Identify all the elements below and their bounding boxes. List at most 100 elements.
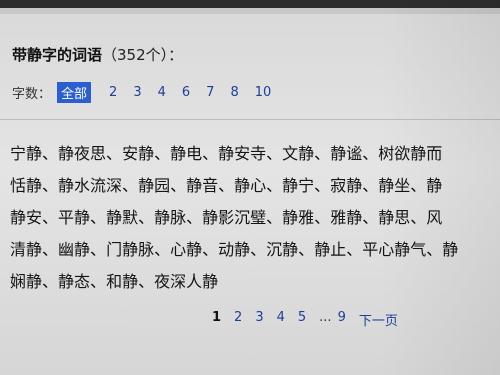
- word-link[interactable]: 静坐: [378, 176, 410, 195]
- word-link[interactable]: 动静: [218, 240, 250, 259]
- word-separator: 、: [314, 144, 331, 163]
- word-separator: 、: [426, 240, 443, 259]
- word-link[interactable]: 娴静: [10, 272, 42, 291]
- page-link-3[interactable]: 3: [255, 310, 263, 329]
- word-link[interactable]: 静影沉璧: [202, 208, 266, 227]
- word-separator: 、: [138, 272, 155, 291]
- word-link[interactable]: 静园: [138, 176, 170, 195]
- filter-label: 字数：: [12, 86, 52, 102]
- word-separator: 、: [90, 208, 107, 227]
- word-separator: 、: [42, 176, 59, 195]
- word-link[interactable]: 静: [442, 240, 458, 259]
- word-separator: 、: [266, 144, 283, 163]
- word-separator: 、: [90, 272, 107, 291]
- filter-option-7[interactable]: 7: [206, 85, 214, 100]
- word-link[interactable]: 静音: [186, 176, 218, 195]
- filter-option-3[interactable]: 3: [133, 85, 141, 100]
- word-link[interactable]: 静夜思: [58, 144, 106, 163]
- word-link[interactable]: 心静: [170, 240, 202, 259]
- word-link[interactable]: 安静: [122, 144, 154, 163]
- word-separator: 、: [410, 176, 427, 195]
- word-list: 宁静、静夜思、安静、静电、静安寺、文静、静谧、树欲静而 恬静、静水流深、静园、静音…: [10, 138, 500, 298]
- word-link[interactable]: 静止: [314, 240, 346, 259]
- word-separator: 、: [266, 208, 283, 227]
- next-page-link[interactable]: 下一页: [359, 310, 398, 329]
- word-link[interactable]: 静脉: [154, 208, 186, 227]
- page-link-1[interactable]: 1: [212, 310, 221, 329]
- browser-viewport: 带静字的词语（352个）： 字数： 全部 2 3 4 6 7 8 10 宁静、静…: [0, 0, 500, 375]
- word-link[interactable]: 静心: [234, 176, 266, 195]
- word-separator: 、: [298, 240, 315, 259]
- word-count: （352个）：: [102, 46, 184, 64]
- word-separator: 、: [42, 144, 59, 163]
- filter-option-4[interactable]: 4: [158, 85, 166, 100]
- word-link[interactable]: 静谧: [330, 144, 362, 163]
- filter-option-10[interactable]: 10: [255, 85, 272, 100]
- word-link[interactable]: 静: [426, 176, 442, 195]
- word-separator: 、: [314, 176, 331, 195]
- word-link[interactable]: 静态: [58, 272, 90, 291]
- word-separator: 、: [90, 240, 107, 259]
- word-link[interactable]: 静安寺: [218, 144, 266, 163]
- word-separator: 、: [138, 208, 155, 227]
- header-strip: [0, 8, 500, 14]
- page-title: 带静字的词语（352个）：: [12, 44, 183, 65]
- word-separator: 、: [410, 208, 427, 227]
- filter-option-8[interactable]: 8: [230, 85, 238, 100]
- word-separator: 、: [346, 240, 363, 259]
- word-separator: 、: [122, 176, 139, 195]
- length-filter: 字数： 全部 2 3 4 6 7 8 10: [12, 81, 279, 103]
- word-separator: 、: [218, 176, 235, 195]
- word-link[interactable]: 静电: [170, 144, 202, 163]
- page-link-9[interactable]: 9: [338, 310, 346, 329]
- word-link[interactable]: 幽静: [58, 240, 90, 259]
- filter-option-6[interactable]: 6: [182, 85, 190, 100]
- word-link[interactable]: 清静: [10, 240, 42, 259]
- word-link[interactable]: 平心静气: [362, 240, 426, 259]
- word-link[interactable]: 恬静: [10, 176, 42, 195]
- pagination: 1 2 3 4 5 ... 9 下一页: [212, 310, 411, 329]
- word-link[interactable]: 和静: [106, 272, 138, 291]
- word-link[interactable]: 寂静: [330, 176, 362, 195]
- word-row: 静安、平静、静默、静脉、静影沉璧、静雅、雅静、静思、风: [10, 202, 500, 234]
- word-separator: 、: [362, 144, 379, 163]
- page-link-5[interactable]: 5: [298, 310, 306, 329]
- word-link[interactable]: 风: [426, 208, 442, 227]
- word-link[interactable]: 静雅: [282, 208, 314, 227]
- word-row: 宁静、静夜思、安静、静电、静安寺、文静、静谧、树欲静而: [10, 138, 500, 170]
- word-link[interactable]: 平静: [58, 208, 90, 227]
- word-link[interactable]: 沉静: [266, 240, 298, 259]
- word-link[interactable]: 文静: [282, 144, 314, 163]
- word-link[interactable]: 静宁: [282, 176, 314, 195]
- word-link[interactable]: 静默: [106, 208, 138, 227]
- filter-option-2[interactable]: 2: [109, 85, 117, 100]
- word-separator: 、: [106, 144, 123, 163]
- word-link[interactable]: 静思: [378, 208, 410, 227]
- word-link[interactable]: 静安: [10, 208, 42, 227]
- word-separator: 、: [362, 176, 379, 195]
- word-separator: 、: [154, 144, 171, 163]
- word-link[interactable]: 雅静: [330, 208, 362, 227]
- word-row: 恬静、静水流深、静园、静音、静心、静宁、寂静、静坐、静: [10, 170, 500, 202]
- word-link[interactable]: 夜深人静: [154, 272, 218, 291]
- word-separator: 、: [202, 144, 219, 163]
- word-separator: 、: [186, 208, 203, 227]
- filter-option-all[interactable]: 全部: [57, 81, 92, 103]
- word-separator: 、: [266, 176, 283, 195]
- page-link-4[interactable]: 4: [277, 310, 285, 329]
- page-link-2[interactable]: 2: [234, 310, 242, 329]
- word-separator: 、: [250, 240, 267, 259]
- word-link[interactable]: 静水流深: [58, 176, 122, 195]
- word-link[interactable]: 树欲静而: [378, 144, 442, 163]
- word-row: 清静、幽静、门静脉、心静、动静、沉静、静止、平心静气、静: [10, 234, 500, 266]
- word-separator: 、: [202, 240, 219, 259]
- word-row: 娴静、静态、和静、夜深人静: [10, 266, 500, 298]
- title-text: 带静字的词语: [12, 46, 103, 64]
- word-separator: 、: [42, 240, 59, 259]
- window-top-bar: [0, 0, 500, 8]
- word-separator: 、: [314, 208, 331, 227]
- word-link[interactable]: 宁静: [10, 144, 42, 163]
- word-link[interactable]: 门静脉: [106, 240, 154, 259]
- word-separator: 、: [170, 176, 187, 195]
- section-divider: [0, 119, 500, 120]
